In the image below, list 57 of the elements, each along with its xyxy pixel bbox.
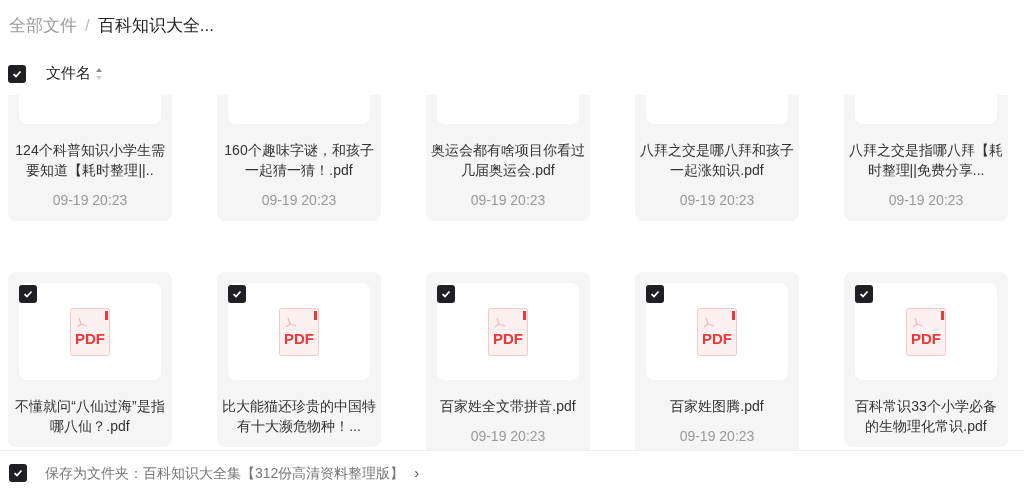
check-icon	[441, 289, 451, 299]
pdf-document-icon	[488, 307, 528, 356]
checkbox[interactable]	[19, 285, 37, 303]
column-header[interactable]: 文件名	[46, 62, 91, 85]
check-icon	[859, 289, 869, 299]
file-card[interactable]: 124个科普知识小学生需要知道【耗时整理||.. 09-19 20:23	[8, 95, 172, 221]
file-type-label: PDF	[492, 330, 524, 347]
breadcrumb-separator: /	[85, 15, 90, 38]
pdf-document-icon	[279, 307, 319, 356]
file-date: 09-19 20:23	[470, 427, 546, 446]
checkbox[interactable]	[437, 285, 455, 303]
file-date: 09-19 20:23	[52, 191, 128, 210]
check-icon	[23, 289, 33, 299]
pdf-document-icon	[697, 307, 737, 356]
checkbox[interactable]	[8, 64, 26, 83]
check-icon	[650, 289, 660, 299]
save-folder-text: 保存为文件夹：百科知识大全集【312份高清资料整理版】	[45, 463, 405, 483]
file-name: 百家姓全文带拼音.pdf	[440, 397, 576, 416]
checkbox[interactable]	[9, 464, 27, 482]
file-name: 百家姓图腾.pdf	[670, 397, 764, 416]
checkbox[interactable]	[855, 285, 873, 303]
checkbox[interactable]	[646, 285, 664, 303]
file-date: 09-19 20:23	[888, 191, 964, 210]
sort-icon[interactable]	[95, 66, 103, 81]
file-name: 比大能猫还珍贵的中国特有十大濒危物种！...	[222, 397, 376, 436]
file-name: 不懂就问“八仙过海”是指哪八仙？.pdf	[14, 397, 166, 436]
file-name: 百科常识33个小学必备的生物理化常识.pdf	[854, 397, 998, 436]
file-card[interactable]: PDF 百家姓全文带拼音.pdf 09-19 20:23	[426, 272, 590, 450]
check-icon	[13, 468, 23, 478]
file-name: 八拜之交是哪八拜和孩子一起涨知识.pdf	[640, 141, 794, 180]
file-type-label: PDF	[283, 330, 315, 347]
check-icon	[12, 68, 22, 79]
file-card[interactable]: PDF 比大能猫还珍贵的中国特有十大濒危物种！...	[217, 272, 381, 447]
file-name: 160个趣味字谜，和孩子一起猜一猜！.pdf	[223, 141, 375, 180]
file-date: 09-19 20:23	[679, 427, 755, 446]
file-date: 09-19 20:23	[261, 191, 337, 210]
pdf-document-icon	[906, 307, 946, 356]
pdf-document-icon	[70, 307, 110, 356]
file-type-label: PDF	[701, 330, 733, 347]
file-name: 八拜之交是指哪八拜【耗时整理||免费分享...	[849, 141, 1003, 180]
file-card[interactable]: PDF 百家姓图腾.pdf 09-19 20:23	[635, 272, 799, 450]
check-icon	[232, 289, 242, 299]
chevron-link[interactable]: ›	[414, 461, 420, 485]
file-card[interactable]: PDF 百科常识33个小学必备的生物理化常识.pdf	[844, 272, 1008, 447]
checkbox[interactable]	[228, 285, 246, 303]
breadcrumb-current: 百科知识大全...	[97, 15, 214, 38]
file-card[interactable]: PDF 不懂就问“八仙过海”是指哪八仙？.pdf	[8, 272, 172, 447]
file-date: 09-19 20:23	[470, 191, 546, 210]
file-card[interactable]: 奥运会都有啥项目你看过几届奥运会.pdf 09-19 20:23	[426, 95, 590, 221]
file-card[interactable]: 160个趣味字谜，和孩子一起猜一猜！.pdf 09-19 20:23	[217, 95, 381, 221]
file-type-label: PDF	[74, 330, 106, 347]
file-name: 124个科普知识小学生需要知道【耗时整理||..	[14, 141, 166, 180]
file-name: 奥运会都有啥项目你看过几届奥运会.pdf	[431, 141, 585, 180]
file-card[interactable]: 八拜之交是哪八拜和孩子一起涨知识.pdf 09-19 20:23	[635, 95, 799, 221]
file-date: 09-19 20:23	[679, 191, 755, 210]
file-type-label: PDF	[910, 330, 942, 347]
file-card[interactable]: 八拜之交是指哪八拜【耗时整理||免费分享... 09-19 20:23	[844, 95, 1008, 221]
